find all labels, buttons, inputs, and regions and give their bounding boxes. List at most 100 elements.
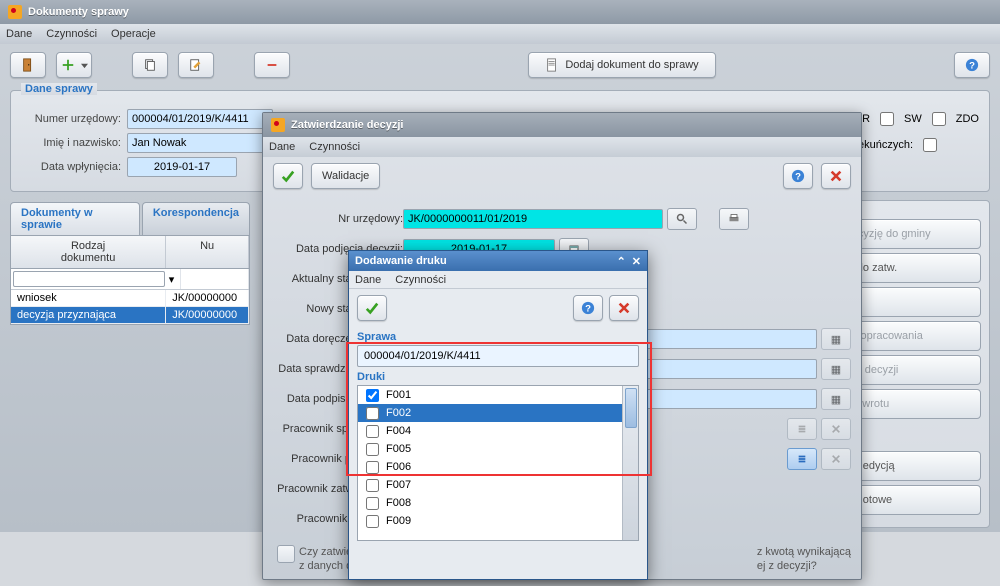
grid-col-number[interactable]: Nu [166,236,249,268]
name-field[interactable] [127,133,273,153]
modal-menu-dane[interactable]: Dane [269,141,295,153]
dlg-druki-section: Druki F001 F002F004F005 F006 F007 F008 F009 [357,371,639,541]
scrollbar-thumb[interactable] [625,388,637,428]
menu-operacje[interactable]: Operacje [111,28,156,40]
grid-cell-number: JK/00000000 [166,290,249,307]
druki-list-item[interactable]: F004 [358,422,638,440]
printer-icon [728,213,740,225]
picker-button[interactable] [787,448,817,470]
grid-filter-type-input[interactable] [13,271,165,287]
exit-button[interactable] [10,52,46,78]
modal-accept-button[interactable] [273,163,303,189]
official-no-label: Nr urzędowy: [273,213,403,225]
druki-list-item[interactable]: F006 [358,458,638,476]
minus-icon [265,58,279,72]
druki-item-label: F009 [386,515,411,527]
grid-filter-dropdown-icon[interactable]: ▾ [165,273,178,286]
druki-item-label: F007 [386,479,411,491]
modal-menubar: Dane Czynności [263,137,861,157]
calendar-button[interactable]: ▦ [821,388,851,410]
druki-item-checkbox[interactable] [366,443,379,456]
main-title: Dokumenty sprawy [28,6,129,18]
modal-close-button[interactable] [821,163,851,189]
druki-list-item[interactable]: F001 [358,386,638,404]
grid-cell-type: decyzja przyznająca [11,307,166,324]
modal-titlebar: Zatwierdzanie decyzji [263,113,861,137]
grid-col-type[interactable]: Rodzaj dokumentu [11,236,166,268]
druki-list-item[interactable]: F009 [358,512,638,530]
add-document-to-case-button[interactable]: Dodaj dokument do sprawy [528,52,715,78]
close-icon [829,169,843,183]
case-number-field[interactable] [127,109,273,129]
druki-item-label: F001 [386,389,411,401]
remove-button[interactable] [254,52,290,78]
dlg-titlebar: Dodawanie druku ⌃ ✕ [349,251,647,271]
calendar-button[interactable]: ▦ [821,358,851,380]
receipt-date-label: Data wpłynięcia: [21,161,121,173]
tab-correspondence[interactable]: Korespondencja [142,202,250,235]
grid-cell-type: wniosek [11,290,166,307]
dlg-menubar: Dane Czynności [349,271,647,289]
lookup-button[interactable] [667,208,697,230]
druki-legend: Druki [357,371,639,383]
menu-czynnosci[interactable]: Czynności [46,28,97,40]
druki-item-checkbox[interactable] [366,515,379,528]
druki-scrollbar[interactable] [622,386,638,540]
druki-item-checkbox[interactable] [366,461,379,474]
modal-menu-czynnosci[interactable]: Czynności [309,141,360,153]
edit-button[interactable] [178,52,214,78]
dlg-cancel-button[interactable] [609,295,639,321]
print-button[interactable] [719,208,749,230]
sprawa-field[interactable] [357,345,639,367]
dlg-menu-dane[interactable]: Dane [355,274,381,286]
app-icon [271,118,285,132]
modal-toolbar: Walidacje ? [263,157,861,195]
grid-row-selected[interactable]: decyzja przyznająca JK/00000000 [11,307,249,324]
copy-button[interactable] [132,52,168,78]
module-zdo-checkbox[interactable] [932,112,946,126]
druki-item-checkbox[interactable] [366,407,379,420]
close-icon [831,454,841,464]
druki-list-item[interactable]: F005 [358,440,638,458]
dlg-collapse-icon[interactable]: ⌃ [617,255,626,268]
confirm-checkbox[interactable] [277,545,295,563]
name-label: Imię i nazwisko: [21,137,121,149]
clear-button[interactable] [821,418,851,440]
druki-item-label: F006 [386,461,411,473]
menu-dane[interactable]: Dane [6,28,32,40]
druki-item-checkbox[interactable] [366,425,379,438]
main-toolbar: Dodaj dokument do sprawy ? [0,44,1000,86]
druki-list-item[interactable]: F002 [358,404,638,422]
dlg-sprawa-section: Sprawa [357,331,639,367]
druki-item-checkbox[interactable] [366,389,379,402]
check-icon [281,169,295,183]
picker-button[interactable] [787,418,817,440]
modal-help-button[interactable]: ? [783,163,813,189]
grid-row[interactable]: wniosek JK/00000000 [11,290,249,307]
copy-icon [143,58,157,72]
amount-text-1: z kwotą wynikającą [757,546,851,558]
modal-validate-button[interactable]: Walidacje [311,163,380,189]
dlg-close-icon[interactable]: ✕ [632,255,641,268]
dlg-menu-czynnosci[interactable]: Czynności [395,274,446,286]
calendar-button[interactable]: ▦ [821,328,851,350]
add-document-label: Dodaj dokument do sprawy [565,59,698,71]
clear-button[interactable] [821,448,851,470]
dlg-toolbar: ? [349,289,647,327]
add-button[interactable] [56,52,92,78]
amount-text-2: ej z decyzji? [757,560,817,572]
receipt-date-field[interactable] [127,157,237,177]
tab-documents[interactable]: Dokumenty w sprawie [10,202,140,235]
official-no-field[interactable] [403,209,663,229]
druki-item-checkbox[interactable] [366,497,379,510]
druki-list-item[interactable]: F008 [358,494,638,512]
help-button[interactable]: ? [954,52,990,78]
module-sw-checkbox[interactable] [880,112,894,126]
druki-list-item[interactable]: F007 [358,476,638,494]
dlg-help-button[interactable]: ? [573,295,603,321]
druki-item-checkbox[interactable] [366,479,379,492]
care-benefit-checkbox[interactable] [923,138,937,152]
document-icon [545,58,559,72]
dlg-accept-button[interactable] [357,295,387,321]
svg-text:?: ? [585,304,591,315]
